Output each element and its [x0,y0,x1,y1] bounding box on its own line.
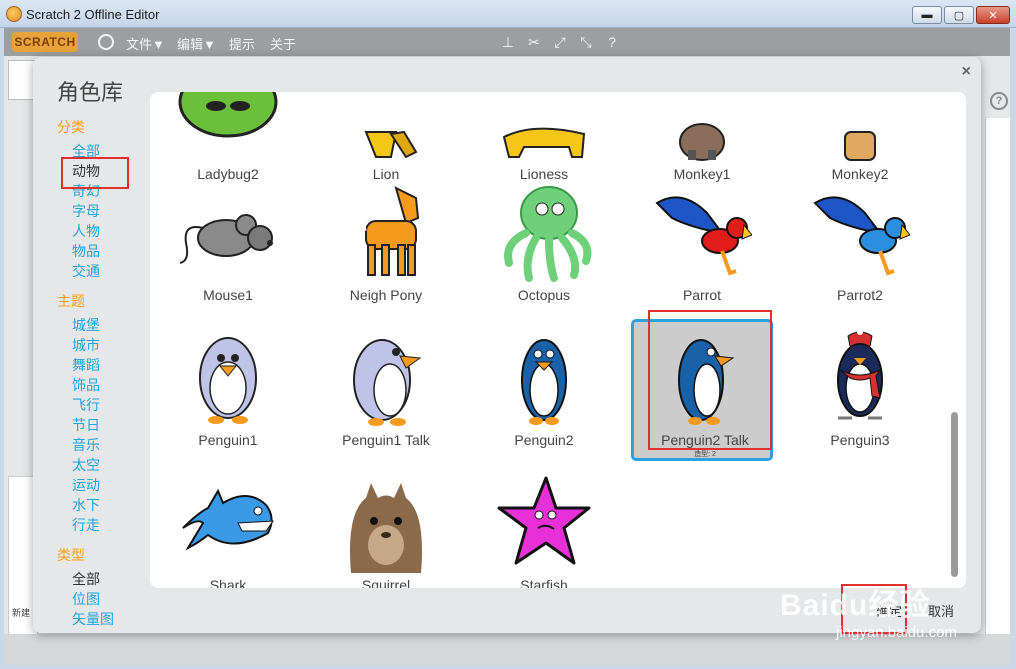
sprite-tile[interactable]: Neigh Pony [315,177,457,317]
theme-city[interactable]: 城市 [57,335,147,355]
sprite-tile[interactable]: Mouse1 [157,177,299,317]
theme-walking[interactable]: 行走 [57,515,147,535]
sprite-tile[interactable]: Parrot2 [789,177,931,317]
help-icon[interactable]: ? [604,34,620,50]
theme-underwater[interactable]: 水下 [57,495,147,515]
window-title: Scratch 2 Offline Editor [26,7,160,22]
close-window-button[interactable]: ✕ [976,6,1010,24]
dialog-close-button[interactable]: × [962,63,971,81]
pony-icon [347,186,420,276]
costume-count: 造型: 2 [694,451,716,458]
help-circle-icon[interactable]: ? [990,92,1008,110]
category-header: 分类 [57,119,85,135]
sprite-tile[interactable]: Penguin3 [789,322,931,462]
new-sprite-label: 新建 [12,608,31,618]
sprite-name: Mouse1 [203,287,253,303]
sprite-name: Shark [209,577,247,588]
scratch-menubar: SCRATCH 文件▼ 编辑▼ 提示 关于 ⊥ ✂ ⤢ ⤡ ? [4,28,1010,56]
category-sidebar: 分类 全部 动物 奇幻 字母 人物 物品 交通 主题 城堡 城市 舞蹈 饰品 飞… [57,117,147,629]
sprite-tile[interactable]: Squirrel [315,467,457,588]
sprite-tile[interactable]: Penguin1 Talk [315,322,457,462]
category-things[interactable]: 物品 [57,241,147,261]
sprite-name: Octopus [517,287,571,303]
scratch-cat-icon [6,6,22,22]
penguin-icon [353,339,422,426]
stamp-icon[interactable]: ⊥ [500,34,516,50]
mouse-icon [179,214,273,264]
shrink-icon[interactable]: ⤡ [578,34,594,50]
menu-file[interactable]: 文件▼ [126,34,165,53]
squirrel-icon [336,483,436,573]
category-people[interactable]: 人物 [57,221,147,241]
type-header: 类型 [57,547,85,563]
script-area [985,118,1010,638]
menu-about[interactable]: 关于 [270,34,296,53]
type-bitmap[interactable]: 位图 [57,589,147,609]
theme-header: 主题 [57,293,85,309]
watermark-url: jingyan.baidu.com [836,624,957,641]
scrollbar-thumb[interactable] [951,412,958,577]
globe-icon[interactable] [98,34,114,50]
theme-music[interactable]: 音乐 [57,435,147,455]
baidu-watermark: Baidu经验 [780,589,931,622]
parrot-icon [813,196,910,276]
category-letters[interactable]: 字母 [57,201,147,221]
sprite-name: Squirrel [361,577,411,588]
animals-highlight-box [61,157,129,189]
sprite-name: Neigh Pony [349,287,423,303]
starfish-icon [497,476,591,565]
sprite-tile[interactable]: Parrot [631,177,773,317]
stage-thumbnail [8,60,36,100]
monkey-icon [844,131,876,161]
window-titlebar: Scratch 2 Offline Editor ▬ ▢ ✕ [0,0,1016,28]
theme-sports[interactable]: 运动 [57,475,147,495]
minimize-button[interactable]: ▬ [912,6,942,24]
sprite-tile[interactable]: Octopus [473,177,615,317]
parrot-icon [655,196,752,276]
penguin-icon [521,339,567,425]
ladybug-icon [178,92,278,138]
theme-flying[interactable]: 飞行 [57,395,147,415]
sprite-tile[interactable]: Shark [157,467,299,588]
sprite-name: Penguin1 [198,432,258,448]
selected-highlight-box [648,310,772,450]
sprite-name: Starfish [520,577,568,588]
category-transport[interactable]: 交通 [57,261,147,281]
sprite-name: Parrot2 [837,287,883,303]
sprite-name: Penguin3 [830,432,890,448]
type-all[interactable]: 全部 [57,569,147,589]
theme-space[interactable]: 太空 [57,455,147,475]
sprite-tile[interactable]: Starfish [473,467,615,588]
sprite-tile[interactable]: Penguin2 [473,322,615,462]
lion-icon [364,130,418,159]
cut-icon[interactable]: ✂ [526,34,542,50]
penguin-icon [837,329,883,420]
grow-icon[interactable]: ⤢ [552,34,568,50]
sprite-name: Penguin2 [514,432,574,448]
sprite-tile[interactable]: Penguin1 [157,322,299,462]
sprite-name: Penguin1 Talk [342,432,430,448]
shark-icon [182,488,275,551]
menu-edit[interactable]: 编辑▼ [177,34,216,53]
theme-holiday[interactable]: 节日 [57,415,147,435]
sprite-name: Parrot [682,287,722,303]
sprite-library-dialog: 角色库 × 分类 全部 动物 奇幻 字母 人物 物品 交通 主题 城堡 城市 舞… [33,57,981,634]
lioness-icon [502,127,586,158]
dialog-title: 角色库 [57,80,124,105]
theme-dress-up[interactable]: 饰品 [57,375,147,395]
monkey-icon [679,123,725,161]
theme-dance[interactable]: 舞蹈 [57,355,147,375]
theme-castle[interactable]: 城堡 [57,315,147,335]
scratch-logo[interactable]: SCRATCH [12,32,78,52]
penguin-icon [199,337,257,424]
octopus-icon [504,186,592,282]
sprite-grid: Ladybug2 Lion Lioness Monkey1 Monkey2 Mo… [150,92,966,588]
maximize-button[interactable]: ▢ [944,6,974,24]
menu-tips[interactable]: 提示 [229,34,255,53]
type-vector[interactable]: 矢量图 [57,609,147,629]
